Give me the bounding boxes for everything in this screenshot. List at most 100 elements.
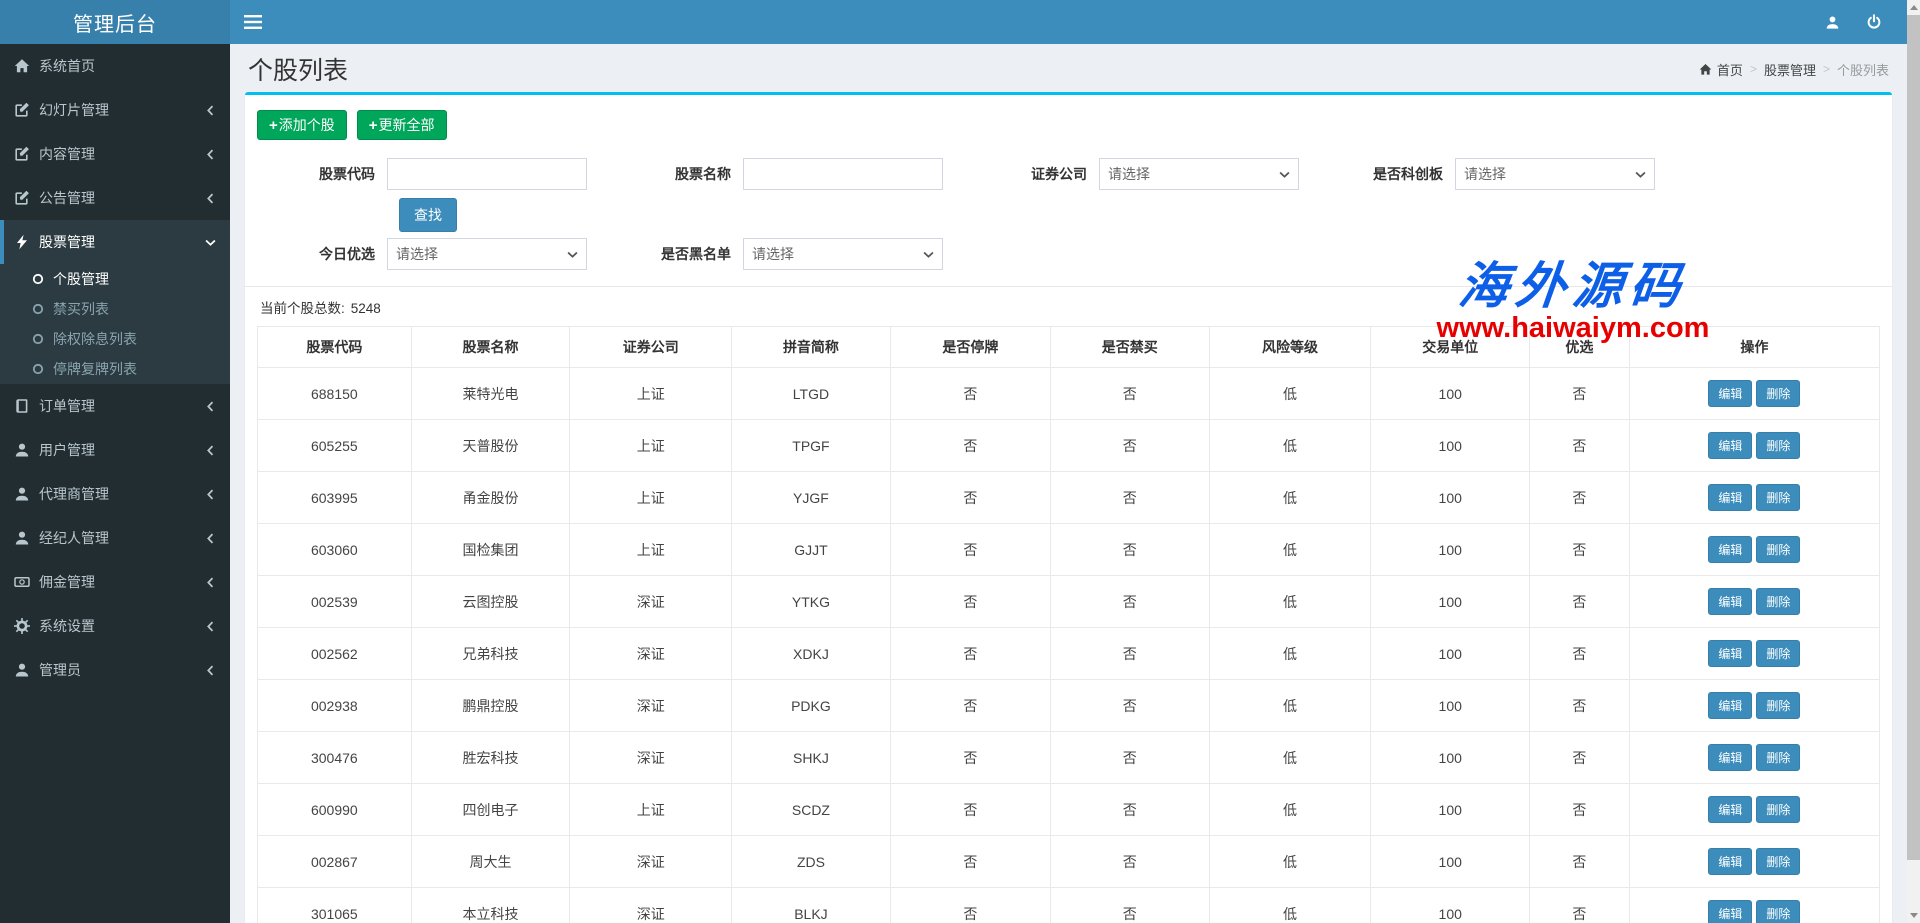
sidebar-item-stocks[interactable]: 股票管理 [0,220,230,264]
sidebar: 系统首页 幻灯片管理 内容管理 公告管理 [0,44,230,923]
sidebar-item-brokers[interactable]: 经纪人管理 [0,516,230,560]
navbar-rest [230,0,1907,44]
cell-unit: 100 [1371,368,1530,420]
breadcrumb-current: 个股列表 [1837,60,1889,79]
delete-button[interactable]: 删除 [1756,588,1800,615]
scrollbar-thumb[interactable] [1907,15,1920,860]
cell-actions: 编辑删除 [1629,784,1879,836]
delete-button[interactable]: 删除 [1756,640,1800,667]
edit-button[interactable]: 编辑 [1708,744,1752,771]
user-menu-button[interactable] [1811,0,1853,44]
cell-preferred: 否 [1530,628,1630,680]
stock-name-input[interactable] [743,158,943,190]
cell-actions: 编辑删除 [1629,888,1879,923]
sidebar-item-orders[interactable]: 订单管理 [0,384,230,428]
cell-actions: 编辑删除 [1629,680,1879,732]
edit-button[interactable]: 编辑 [1708,588,1752,615]
sidebar-item-content[interactable]: 内容管理 [0,132,230,176]
cell-code: 002539 [258,576,412,628]
edit-button[interactable]: 编辑 [1708,848,1752,875]
table-row: 002539云图控股深证YTKG否否低100否编辑删除 [258,576,1880,628]
delete-button[interactable]: 删除 [1756,692,1800,719]
table-row: 603060国检集团上证GJJT否否低100否编辑删除 [258,524,1880,576]
update-all-button[interactable]: + 更新全部 [357,110,447,140]
sidebar-item-users[interactable]: 用户管理 [0,428,230,472]
cell-preferred: 否 [1530,420,1630,472]
delete-button[interactable]: 删除 [1756,380,1800,407]
delete-button[interactable]: 删除 [1756,796,1800,823]
edit-button[interactable]: 编辑 [1708,900,1752,923]
user-icon [14,486,30,502]
blacklist-select[interactable]: 请选择 [743,238,943,270]
box-body: + 添加个股 + 更新全部 股票代码 股票名称 [245,95,1892,923]
breadcrumb-home[interactable]: 首页 [1699,60,1743,79]
broker-select[interactable]: 请选择 [1099,158,1299,190]
sidebar-subitem-exright-list[interactable]: 除权除息列表 [0,324,230,354]
sidebar-subitem-stock-manage[interactable]: 个股管理 [0,264,230,294]
cell-forbidden: 否 [1050,888,1209,923]
today-pick-select[interactable]: 请选择 [387,238,587,270]
edit-button[interactable]: 编辑 [1708,692,1752,719]
app-logo[interactable]: 管理后台 [0,0,230,44]
add-stock-button[interactable]: + 添加个股 [257,110,347,140]
chevron-down-icon [205,237,216,248]
sidebar-item-commission[interactable]: 佣金管理 [0,560,230,604]
sidebar-item-agents[interactable]: 代理商管理 [0,472,230,516]
sidebar-item-admins[interactable]: 管理员 [0,648,230,692]
header-stock-name: 股票名称 [411,327,570,368]
sidebar-item-slides[interactable]: 幻灯片管理 [0,88,230,132]
sidebar-item-home[interactable]: 系统首页 [0,44,230,88]
table-header-row: 股票代码 股票名称 证券公司 拼音简称 是否停牌 是否禁买 风险等级 交易单位 … [258,327,1880,368]
sidebar-subitem-forbidden-list[interactable]: 禁买列表 [0,294,230,324]
cell-name: 国检集团 [411,524,570,576]
cell-suspended: 否 [890,888,1050,923]
scrollbar-up-arrow[interactable] [1907,0,1920,15]
sidebar-item-label: 订单管理 [39,396,205,416]
chevron-left-icon [205,105,216,116]
search-row: 查找 [399,198,1880,232]
search-button[interactable]: 查找 [399,198,457,232]
scrollbar[interactable] [1907,0,1920,923]
sidebar-toggle-button[interactable] [230,0,276,44]
cell-suspended: 否 [890,368,1050,420]
cell-code: 002938 [258,680,412,732]
cell-risk: 低 [1209,680,1371,732]
cell-unit: 100 [1371,836,1530,888]
money-icon [14,574,30,590]
power-icon [1866,14,1882,30]
sidebar-item-settings[interactable]: 系统设置 [0,604,230,648]
scrollbar-down-arrow[interactable] [1907,908,1920,923]
book-icon [14,398,30,414]
edit-button[interactable]: 编辑 [1708,380,1752,407]
cell-risk: 低 [1209,576,1371,628]
cell-company: 深证 [570,836,732,888]
cell-forbidden: 否 [1050,368,1209,420]
blacklist-select-value: 请选择 [752,244,794,264]
user-icon [14,442,30,458]
edit-button[interactable]: 编辑 [1708,536,1752,563]
edit-button[interactable]: 编辑 [1708,796,1752,823]
cell-pinyin: GJJT [732,524,891,576]
sidebar-item-announcements[interactable]: 公告管理 [0,176,230,220]
delete-button[interactable]: 删除 [1756,900,1800,923]
delete-button[interactable]: 删除 [1756,848,1800,875]
delete-button[interactable]: 删除 [1756,536,1800,563]
cell-unit: 100 [1371,524,1530,576]
delete-button[interactable]: 删除 [1756,432,1800,459]
chevron-left-icon [205,577,216,588]
edit-button[interactable]: 编辑 [1708,484,1752,511]
star-market-select[interactable]: 请选择 [1455,158,1655,190]
delete-button[interactable]: 删除 [1756,744,1800,771]
cell-unit: 100 [1371,420,1530,472]
star-market-label: 是否科创板 [1325,164,1455,184]
delete-button[interactable]: 删除 [1756,484,1800,511]
breadcrumb-section[interactable]: 股票管理 [1764,60,1816,79]
edit-button[interactable]: 编辑 [1708,640,1752,667]
chevron-left-icon [205,401,216,412]
sidebar-subitem-suspend-list[interactable]: 停牌复牌列表 [0,354,230,384]
filter-star-market: 是否科创板 请选择 [1325,158,1667,190]
cell-company: 深证 [570,732,732,784]
edit-button[interactable]: 编辑 [1708,432,1752,459]
stock-code-input[interactable] [387,158,587,190]
logout-button[interactable] [1853,0,1895,44]
